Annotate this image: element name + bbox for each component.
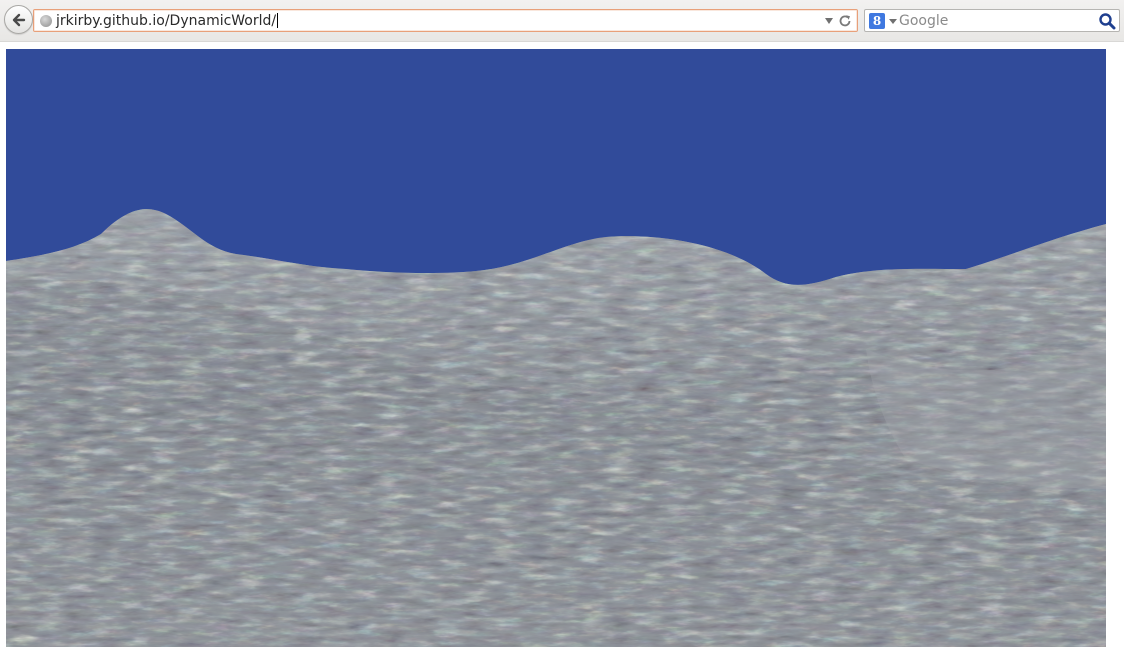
google-icon[interactable]: 8 <box>869 13 885 29</box>
webgl-canvas[interactable] <box>6 49 1106 647</box>
url-field[interactable]: jrkirby.github.io/DynamicWorld/ <box>56 13 279 29</box>
search-bar[interactable]: 8 <box>864 9 1120 32</box>
chevron-down-icon[interactable] <box>889 19 897 24</box>
url-text: jrkirby.github.io/DynamicWorld/ <box>56 13 277 29</box>
chevron-down-icon[interactable] <box>825 18 833 24</box>
back-button[interactable] <box>4 5 33 34</box>
magnifier-icon[interactable] <box>1098 12 1116 30</box>
arrow-left-icon <box>12 13 25 26</box>
terrain-scene <box>6 49 1106 647</box>
search-input[interactable] <box>899 11 1091 30</box>
reload-icon[interactable] <box>837 13 853 29</box>
globe-icon <box>40 15 52 27</box>
text-caret <box>277 13 279 28</box>
url-bar[interactable]: jrkirby.github.io/DynamicWorld/ <box>33 9 858 32</box>
browser-toolbar: jrkirby.github.io/DynamicWorld/ 8 <box>0 0 1124 42</box>
